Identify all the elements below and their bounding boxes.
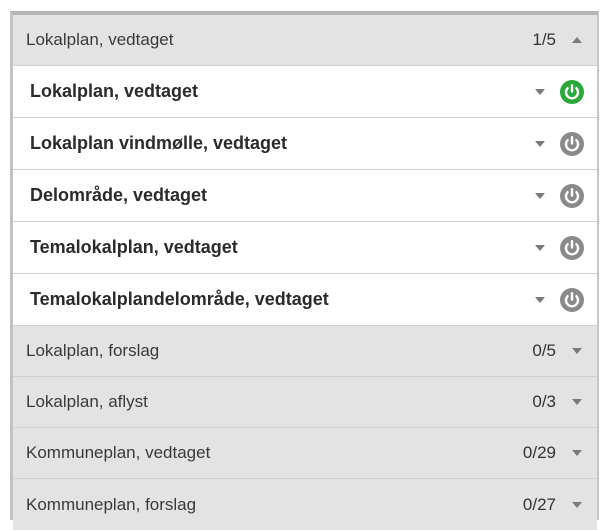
power-off-icon[interactable] [557,181,587,211]
group-label: Kommuneplan, vedtaget [26,443,211,462]
layer-row-lokalplan-vedtaget[interactable]: Lokalplan, vedtaget [13,66,597,118]
group-label: Lokalplan, aflyst [26,392,148,411]
chevron-down-icon[interactable] [527,88,553,95]
chevron-down-icon[interactable] [564,348,590,354]
group-count: 0/29 [522,443,556,462]
group-count: 1/5 [532,30,556,49]
layer-label: Temalokalplandelområde, vedtaget [30,289,329,309]
chevron-down-icon[interactable] [564,450,590,456]
layer-label: Delområde, vedtaget [30,185,208,205]
chevron-down-icon[interactable] [527,192,553,199]
group-header-lokalplan-vedtaget[interactable]: Lokalplan, vedtaget 1/5 [13,15,597,66]
group-header-kommuneplan-forslag[interactable]: Kommuneplan, forslag 0/27 [13,479,597,530]
layer-label: Temalokalplan, vedtaget [30,237,238,257]
layer-label: Lokalplan, vedtaget [30,81,199,101]
chevron-down-icon[interactable] [564,399,590,405]
layer-row-delomrade-vedtaget[interactable]: Delområde, vedtaget [13,170,597,222]
power-off-icon[interactable] [557,285,587,315]
group-count: 0/27 [522,494,556,514]
group-label: Lokalplan, vedtaget [26,30,174,49]
group-header-kommuneplan-vedtaget[interactable]: Kommuneplan, vedtaget 0/29 [13,428,597,479]
layer-label: Lokalplan vindmølle, vedtaget [30,133,288,153]
layer-row-temalokalplandelomrade-vedtaget[interactable]: Temalokalplandelområde, vedtaget [13,274,597,326]
group-header-lokalplan-aflyst[interactable]: Lokalplan, aflyst 0/3 [13,377,597,428]
group-header-lokalplan-forslag[interactable]: Lokalplan, forslag 0/5 [13,326,597,377]
group-count: 0/3 [532,392,556,411]
chevron-down-icon[interactable] [527,140,553,147]
power-off-icon[interactable] [557,129,587,159]
layer-row-lokalplan-vindmolle-vedtaget[interactable]: Lokalplan vindmølle, vedtaget [13,118,597,170]
chevron-down-icon[interactable] [527,244,553,251]
group-label: Lokalplan, forslag [26,341,160,360]
chevron-down-icon[interactable] [564,501,590,508]
power-off-icon[interactable] [557,233,587,263]
chevron-up-icon[interactable] [564,37,590,43]
group-label: Kommuneplan, forslag [26,494,197,514]
layer-row-temalokalplan-vedtaget[interactable]: Temalokalplan, vedtaget [13,222,597,274]
group-count: 0/5 [532,341,556,360]
layer-panel: Lokalplan, vedtaget 1/5 Lokalplan, vedta… [10,11,599,530]
power-on-icon[interactable] [557,77,587,107]
chevron-down-icon[interactable] [527,296,553,303]
